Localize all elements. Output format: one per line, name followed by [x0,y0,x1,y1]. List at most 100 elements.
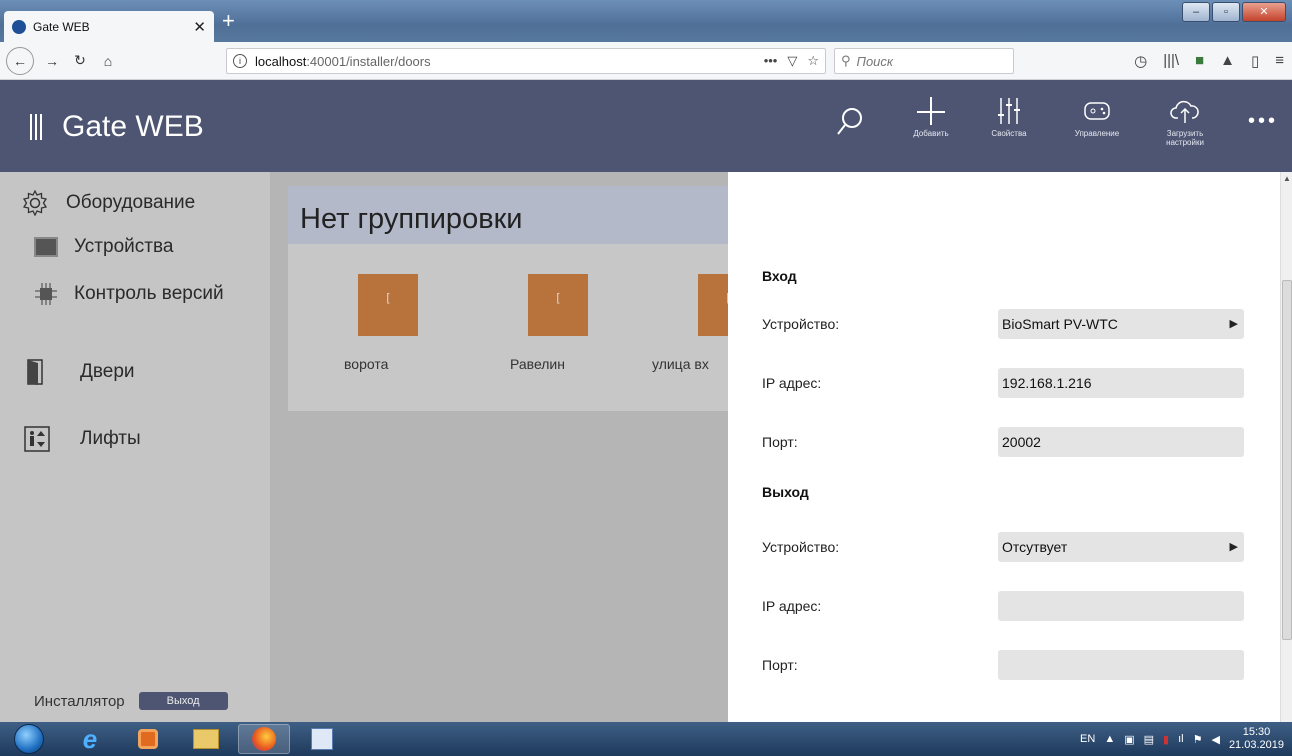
door-icon [27,359,43,385]
bookmark-star-icon[interactable]: ☆ [807,53,819,69]
sidebar-item-label: Двери [80,361,135,382]
clock-date: 21.03.2019 [1228,739,1284,751]
menu-icon[interactable]: ≡ [1275,52,1284,70]
signal-icon[interactable]: ıl [1178,733,1184,745]
minimize-button[interactable]: – [1182,2,1210,22]
door-tile[interactable]: [ [528,274,588,336]
tab-close-icon[interactable]: ✕ [193,18,206,36]
firefox-icon[interactable] [238,724,290,754]
history-icon[interactable]: ◷ [1134,52,1147,70]
paint-icon[interactable] [296,724,348,754]
url-host: localhost [255,53,307,69]
browser-tab[interactable]: Gate WEB ✕ [4,11,214,42]
entry-device-value: BioSmart PV-WTC [1002,316,1118,332]
entry-port-field[interactable]: 20002 [998,427,1244,457]
sidebar-item-doors[interactable]: Двери [26,358,135,386]
url-path: :40001/installer/doors [306,53,431,69]
new-tab-button[interactable]: + [222,10,235,32]
reload-button[interactable]: ↻ [68,52,92,69]
clock[interactable]: 15:30 21.03.2019 [1229,726,1284,752]
entry-ip-field[interactable]: 192.168.1.216 [998,368,1244,398]
sidebar-toggle-icon[interactable]: ▯ [1251,52,1259,70]
exit-device-label: Устройство: [762,539,840,555]
chip-icon [35,283,57,305]
sidebar-item-version-control[interactable]: Контроль версий [34,282,224,306]
door-group: Нет группировки [ ворота [ Равелин [ ули… [288,186,758,411]
upload-settings-button[interactable]: Загрузить настройки [1150,96,1220,147]
entry-ip-label: IP адрес: [762,375,822,391]
exit-port-label: Порт: [762,657,798,673]
logout-button[interactable]: Выход [138,692,228,710]
shield-icon[interactable]: ▮ [1163,733,1169,746]
url-bar[interactable]: i localhost:40001/installer/doors ••• ▽ … [226,48,826,74]
browser-search-input[interactable]: ⚲ Поиск [834,48,1014,74]
keyboard-icon[interactable]: ▤ [1144,733,1154,746]
internet-explorer-icon[interactable]: e [64,724,116,754]
media-player-icon[interactable] [122,724,174,754]
add-button-label: Добавить [913,129,949,138]
entry-device-select[interactable]: BioSmart PV-WTC ▶ [998,309,1244,339]
window-close-button[interactable]: ✕ [1242,2,1286,22]
exit-ip-field[interactable] [998,591,1244,621]
file-explorer-icon[interactable] [180,724,232,754]
cloud-upload-icon [1170,100,1199,123]
pocket-icon[interactable]: ▽ [787,53,797,69]
exit-device-value: Отсутвует [1002,539,1068,555]
site-info-icon[interactable]: i [233,54,247,68]
page-actions-button[interactable]: ••• [764,53,778,69]
header-search-icon[interactable] [836,106,864,143]
sidebar-item-label: Лифты [80,428,141,449]
exit-port-field[interactable] [998,650,1244,680]
control-button-label: Управление [1074,129,1120,138]
system-tray: EN ▲ ▣ ▤ ▮ ıl ⚑ ◀ 15:30 21.03.2019 [1080,726,1284,752]
taskbar: e EN ▲ ▣ ▤ ▮ ıl ⚑ ◀ 15:30 21.03.2019 [0,722,1292,756]
door-properties-panel: Вход Устройство: BioSmart PV-WTC ▶ IP ад… [728,172,1280,722]
search-placeholder: Поиск [856,53,894,69]
gear-icon [22,190,48,216]
group-title: Нет группировки [288,186,728,244]
library-icon[interactable]: |||\ [1163,52,1179,70]
back-button[interactable]: ← [6,46,34,75]
control-button[interactable]: Управление [1062,96,1132,138]
upload-settings-label: Загрузить настройки [1166,129,1204,147]
properties-button[interactable]: Свойства [974,96,1044,138]
sidebar-item-label: Оборудование [66,192,196,213]
hamburger-menu-icon[interactable] [30,114,44,140]
forward-button[interactable]: → [40,53,64,69]
app-header: Gate WEB Добавить Свойства Управление За… [0,80,1292,172]
exit-device-select[interactable]: Отсутвует ▶ [998,532,1244,562]
device-icon [34,237,58,257]
browser-toolbar-right: ◷ |||\ ■ ▲ ▯ ≡ [1134,52,1284,70]
door-label: улица вх [652,356,709,372]
extension-icon[interactable]: ■ [1195,52,1204,70]
door-tile[interactable]: [ [358,274,418,336]
sync-icon[interactable]: ▲ [1220,52,1235,70]
sidebar-item-equipment[interactable]: Оборудование [22,190,195,216]
favicon-icon [12,19,26,34]
start-button[interactable] [14,724,44,754]
flag-icon[interactable]: ⚑ [1193,733,1203,746]
browser-tabstrip: Gate WEB ✕ + – ▫ ✕ [0,0,1292,42]
scroll-up-icon[interactable]: ▲ [1283,174,1291,183]
sliders-icon [998,98,1020,124]
exit-section-title: Выход [762,484,809,500]
entry-device-label: Устройство: [762,316,840,332]
volume-icon[interactable]: ◀ [1211,733,1219,746]
maximize-button[interactable]: ▫ [1212,2,1240,22]
door-label: ворота [344,356,389,372]
more-menu-button[interactable]: ••• [1248,110,1278,133]
sidebar-item-elevators[interactable]: Лифты [24,426,141,452]
gamepad-icon [1084,102,1110,120]
chevron-right-icon: ▶ [1229,318,1238,330]
scrollbar-thumb[interactable] [1282,280,1292,640]
sidebar: Оборудование Устройства Контроль версий … [0,172,270,722]
add-button[interactable]: Добавить [896,96,966,138]
network-icon[interactable]: ▲ [1104,733,1115,745]
home-button[interactable]: ⌂ [96,53,120,69]
language-indicator[interactable]: EN [1080,733,1095,745]
sidebar-item-devices[interactable]: Устройства [34,236,173,258]
tray-app-icon[interactable]: ▣ [1124,733,1134,746]
exit-ip-label: IP адрес: [762,598,822,614]
panel-scrollbar[interactable]: ▲ [1280,172,1292,722]
window-controls: – ▫ ✕ [1182,2,1286,22]
